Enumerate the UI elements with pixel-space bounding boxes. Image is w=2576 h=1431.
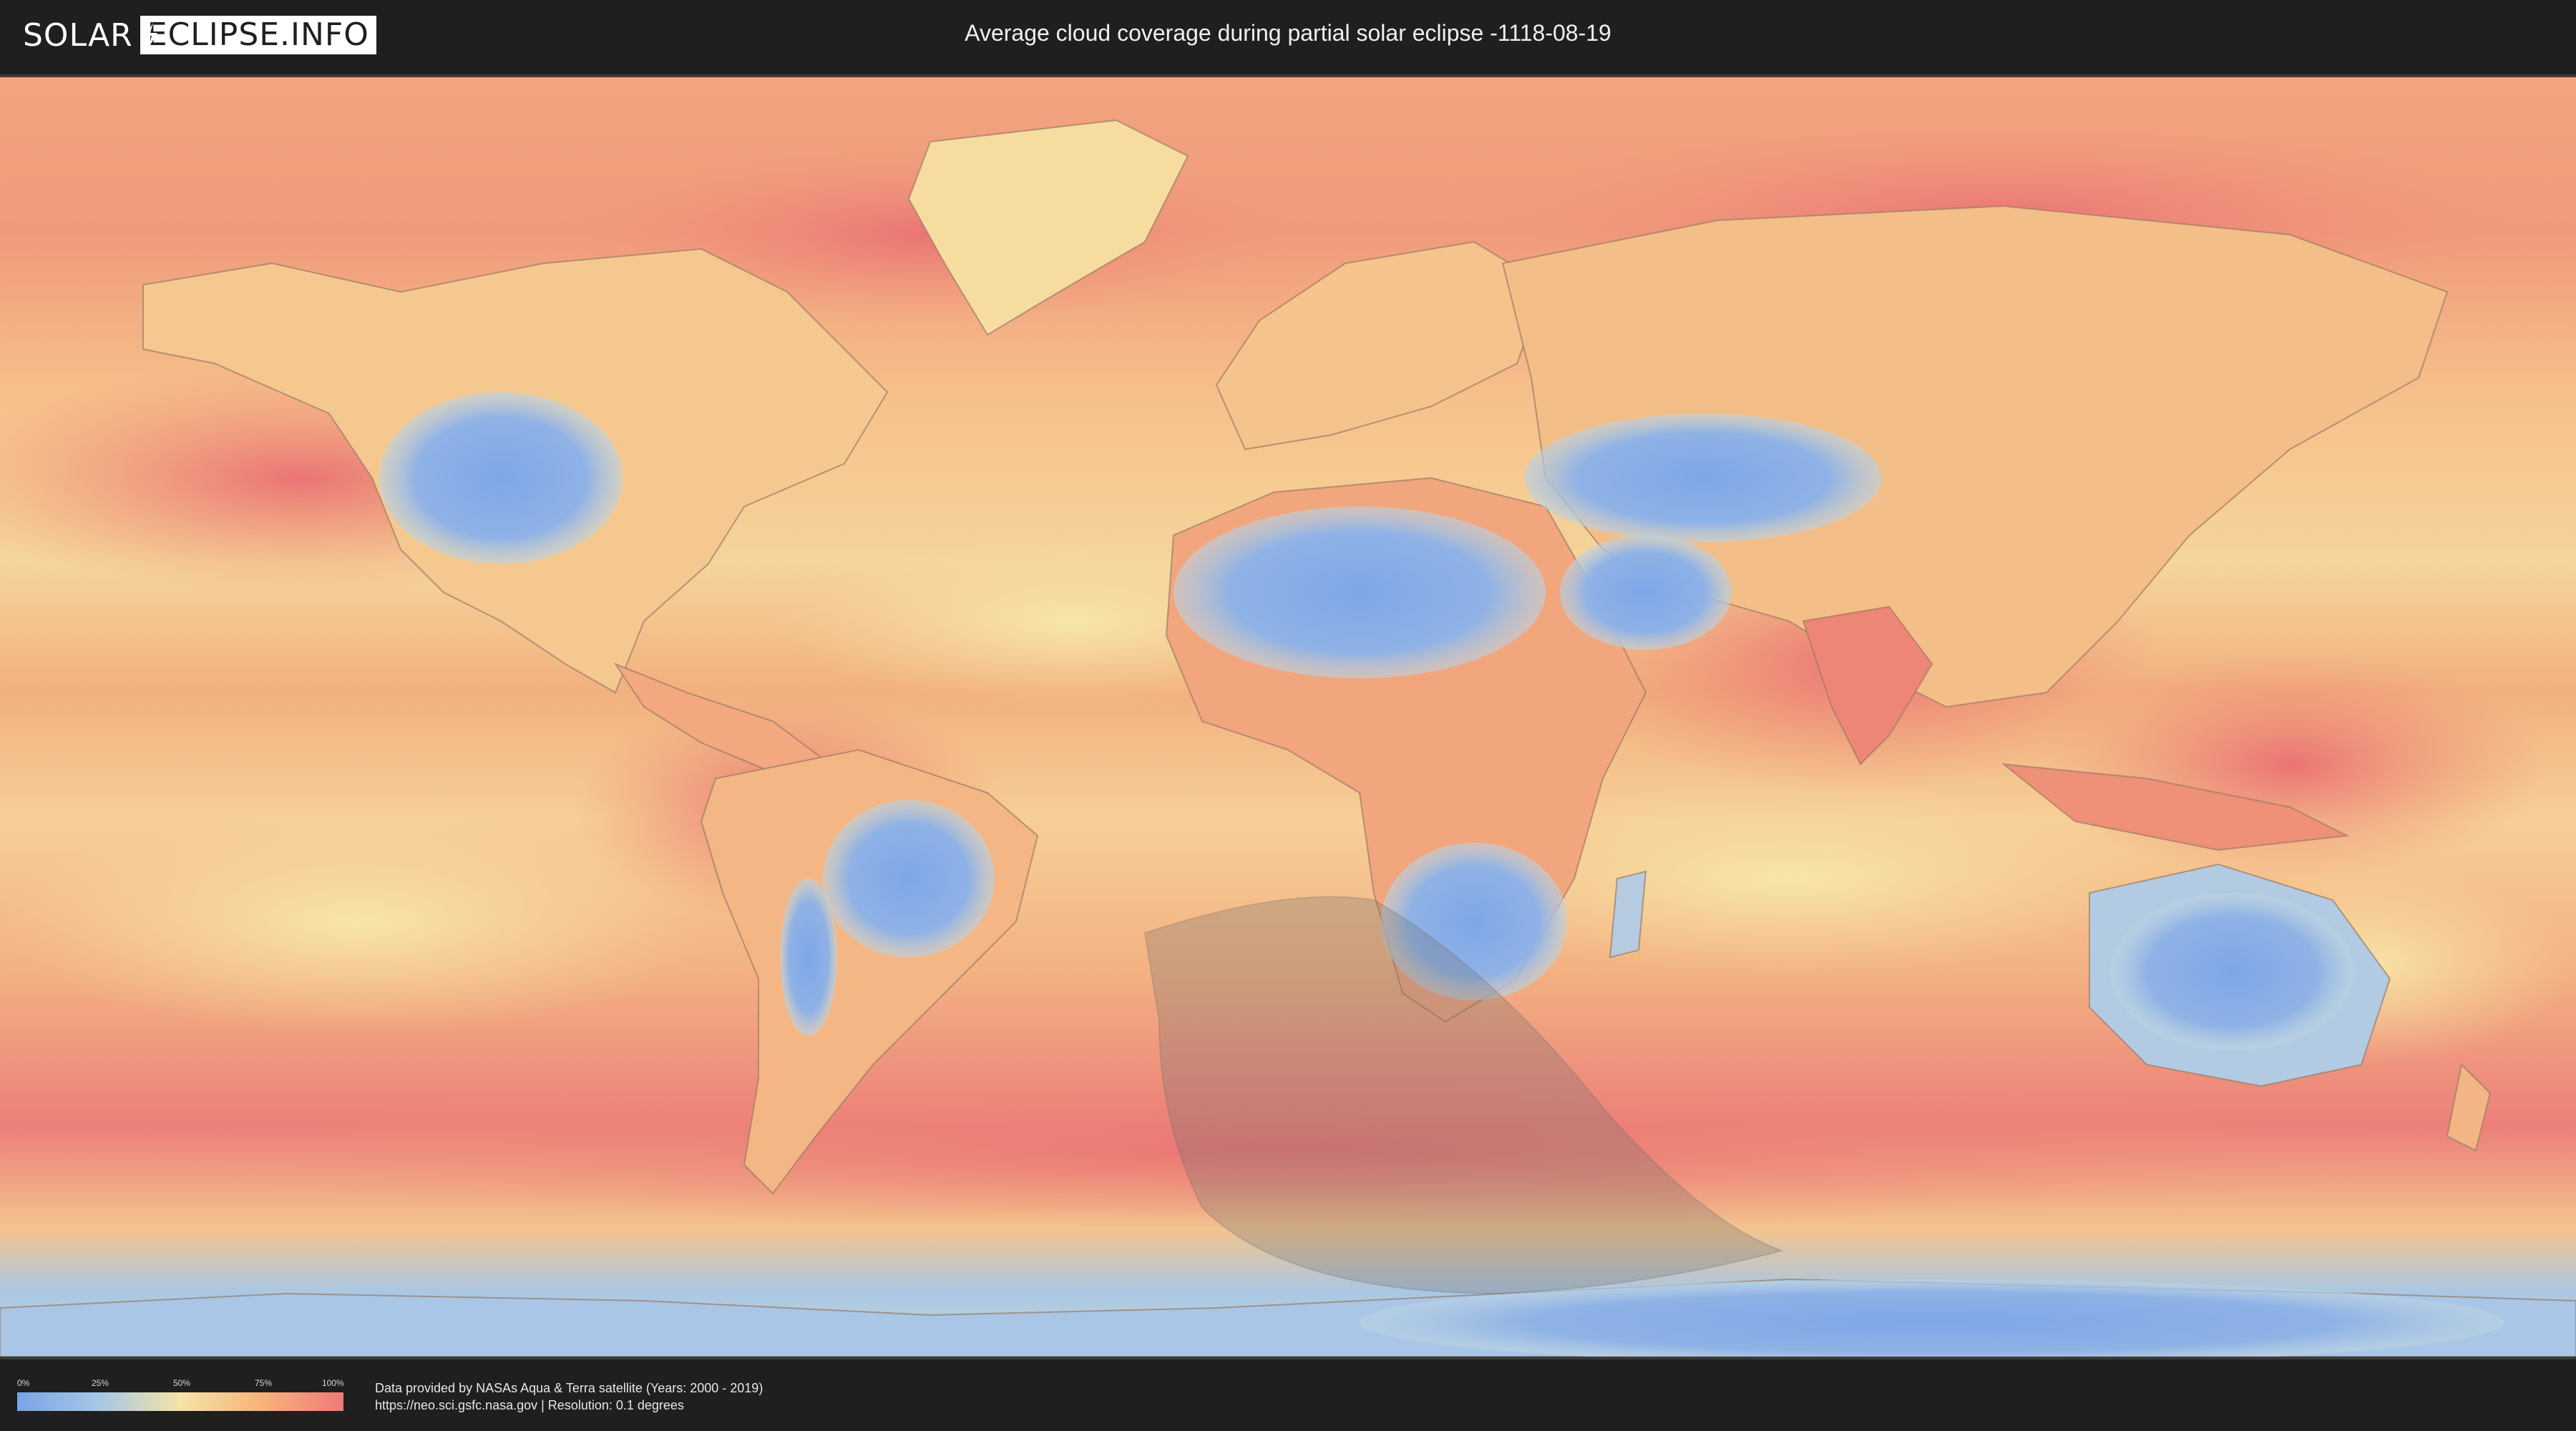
legend-color-bar — [17, 1392, 343, 1411]
legend-tick-75: 75% — [255, 1378, 273, 1388]
credits-line-1: Data provided by NASAs Aqua & Terra sate… — [375, 1381, 763, 1395]
legend-tick-50: 50% — [173, 1378, 191, 1388]
page-title: Average cloud coverage during partial so… — [965, 20, 1611, 46]
cloud-coverage-legend: 0% 25% 50% 75% 100% — [17, 1378, 344, 1414]
andes-clear-region — [780, 879, 837, 1036]
central-asia-clear-region — [1524, 414, 1882, 542]
cloud-coverage-map — [0, 74, 2576, 1359]
map-canvas — [0, 77, 2576, 1357]
brazil-clear-region — [823, 800, 995, 957]
header: SOLAR ECLIPSE.INFO Average cloud coverag… — [0, 0, 2576, 72]
australia-clear-region — [2111, 893, 2354, 1050]
legend-tick-100: 100% — [322, 1378, 344, 1388]
legend-tick-25: 25% — [92, 1378, 109, 1388]
credits-line-2[interactable]: https://neo.sci.gsfc.nasa.gov | Resoluti… — [375, 1397, 763, 1414]
data-credits: Data provided by NASAs Aqua & Terra sate… — [375, 1379, 763, 1414]
western-us-dry-region — [379, 392, 623, 564]
legend-tick-0: 0% — [17, 1378, 30, 1388]
footer: 0% 25% 50% 75% 100% Data provided by NAS… — [0, 1359, 2576, 1431]
sahara-clear-region — [1174, 507, 1546, 678]
arabia-clear-region — [1560, 535, 1732, 650]
